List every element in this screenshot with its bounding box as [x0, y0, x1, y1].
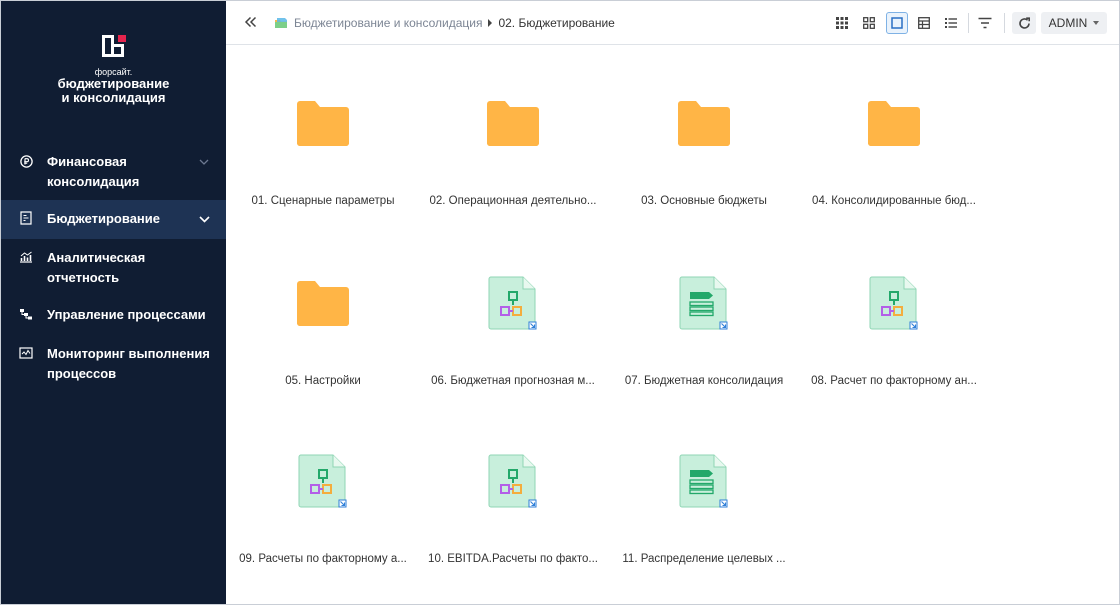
sidebar-item-analytics[interactable]: Аналитическая отчетность: [1, 239, 226, 296]
form-shortcut-icon: [614, 273, 794, 333]
grid-item-label: 02. Операционная деятельно...: [429, 195, 597, 207]
refresh-icon: [1018, 16, 1030, 29]
grid-item-label: 07. Бюджетная консолидация: [624, 375, 784, 387]
square-icon: [891, 17, 903, 29]
grid-item-label: 10. EBITDA.Расчеты по факто...: [428, 553, 598, 565]
form-shortcut-icon: [614, 451, 794, 511]
toolbar-divider: [968, 13, 969, 33]
sidebar-item-label: Аналитическая: [47, 250, 146, 265]
folder-icon: [297, 100, 349, 146]
sidebar-item-label: Мониторинг выполнения: [47, 346, 210, 361]
logo-title-line2: и консолидация: [61, 90, 166, 105]
view-list-button[interactable]: [940, 12, 962, 34]
grid-item-form[interactable]: 11. Распределение целевых ...: [614, 451, 794, 601]
grid-item-label: 09. Расчеты по факторному а...: [239, 553, 407, 565]
user-name: ADMIN: [1048, 16, 1088, 30]
sidebar-item-process-monitoring[interactable]: Мониторинг выполнения процессов: [1, 335, 226, 392]
model-shortcut-icon: [423, 273, 603, 333]
folder-icon: [868, 100, 920, 146]
grid-item-label: 11. Распределение целевых ...: [622, 553, 786, 565]
analytics-icon: [19, 250, 33, 264]
sidebar-item-label: Финансовая: [47, 154, 127, 169]
double-chevron-left-icon: [244, 16, 257, 28]
grid-item-label: 01. Сценарные параметры: [251, 195, 395, 207]
budget-icon: [19, 211, 33, 225]
logo-title-line1: бюджетирование: [57, 76, 170, 91]
folder-icon: [233, 93, 413, 153]
grid-item-model[interactable]: 06. Бюджетная прогнозная м...: [423, 273, 603, 423]
sidebar-item-financial-consolidation[interactable]: Финансовая консолидация: [1, 143, 226, 200]
sidebar-item-label: Бюджетирование: [47, 211, 160, 226]
grid-item-folder[interactable]: 01. Сценарные параметры: [233, 93, 413, 243]
grid-medium-icon: [863, 17, 875, 29]
view-table-button[interactable]: [913, 12, 935, 34]
sidebar-item-label: процессов: [47, 366, 117, 381]
monitor-icon: [19, 346, 33, 360]
view-large-icons-button[interactable]: [886, 12, 908, 34]
sidebar-item-budgeting[interactable]: Бюджетирование: [1, 200, 226, 239]
breadcrumb: Бюджетирование и консолидация 02. Бюджет…: [274, 15, 615, 31]
grid-item-folder[interactable]: 02. Операционная деятельно...: [423, 93, 603, 243]
table-icon: [918, 17, 930, 29]
grid-item-folder[interactable]: 03. Основные бюджеты: [614, 93, 794, 243]
folder-icon: [297, 280, 349, 326]
collapse-sidebar-button[interactable]: [242, 13, 260, 31]
view-medium-icons-button[interactable]: [858, 12, 880, 34]
chevron-down-icon[interactable]: [196, 153, 212, 171]
filter-icon: [978, 17, 992, 29]
folder-icon: [423, 93, 603, 153]
grid-item-form[interactable]: 07. Бюджетная консолидация: [614, 273, 794, 423]
grid-item-label: 03. Основные бюджеты: [641, 195, 767, 207]
model-shortcut-icon: [804, 273, 984, 333]
grid-item-folder[interactable]: 04. Консолидированные бюд...: [804, 93, 984, 243]
sidebar-item-label: консолидация: [47, 174, 140, 189]
folder-icon: [678, 100, 730, 146]
repository-icon: [274, 16, 288, 30]
toolbar-divider: [1004, 13, 1005, 33]
ruble-icon: [19, 154, 33, 168]
breadcrumb-separator-icon: [488, 19, 493, 27]
object-grid: 01. Сценарные параметры 02. Операционная …: [226, 46, 1119, 604]
process-icon: [19, 307, 33, 321]
sidebar: форсайт. бюджетирование и консолидация Ф…: [1, 1, 226, 604]
grid-small-icon: [836, 17, 848, 29]
filter-button[interactable]: [974, 12, 996, 34]
sidebar-nav: Финансовая консолидация Бюджетирование А…: [1, 143, 226, 392]
grid-item-label: 05. Настройки: [285, 375, 361, 387]
grid-item-label: 06. Бюджетная прогнозная м...: [431, 375, 595, 387]
folder-icon: [614, 93, 794, 153]
top-bar: Бюджетирование и консолидация 02. Бюджет…: [226, 1, 1119, 45]
sidebar-item-label: отчетность: [47, 270, 120, 285]
app-window: форсайт. бюджетирование и консолидация Ф…: [0, 0, 1120, 605]
model-shortcut-icon: [233, 451, 413, 511]
grid-item-model[interactable]: 09. Расчеты по факторному а...: [233, 451, 413, 601]
sidebar-item-label: Управление процессами: [47, 307, 206, 322]
view-small-icons-button[interactable]: [831, 12, 853, 34]
folder-icon: [233, 273, 413, 333]
grid-item-folder[interactable]: 05. Настройки: [233, 273, 413, 423]
chevron-down-icon[interactable]: [196, 210, 212, 228]
list-icon: [945, 18, 957, 28]
model-shortcut-icon: [423, 451, 603, 511]
grid-item-model[interactable]: 10. EBITDA.Расчеты по факто...: [423, 451, 603, 601]
logo-icon: [101, 35, 126, 59]
grid-item-label: 04. Консолидированные бюд...: [812, 195, 976, 207]
logo: форсайт. бюджетирование и консолидация: [1, 35, 226, 105]
caret-down-icon: [1093, 21, 1100, 25]
breadcrumb-current: 02. Бюджетирование: [498, 16, 615, 30]
grid-item-model[interactable]: 08. Расчет по факторному ан...: [804, 273, 984, 423]
user-menu-button[interactable]: ADMIN: [1041, 12, 1107, 34]
folder-icon: [487, 100, 539, 146]
sidebar-item-process-management[interactable]: Управление процессами: [1, 296, 226, 335]
grid-item-label: 08. Расчет по факторному ан...: [811, 375, 977, 387]
folder-icon: [804, 93, 984, 153]
breadcrumb-root[interactable]: Бюджетирование и консолидация: [294, 15, 482, 31]
refresh-button[interactable]: [1012, 12, 1036, 34]
